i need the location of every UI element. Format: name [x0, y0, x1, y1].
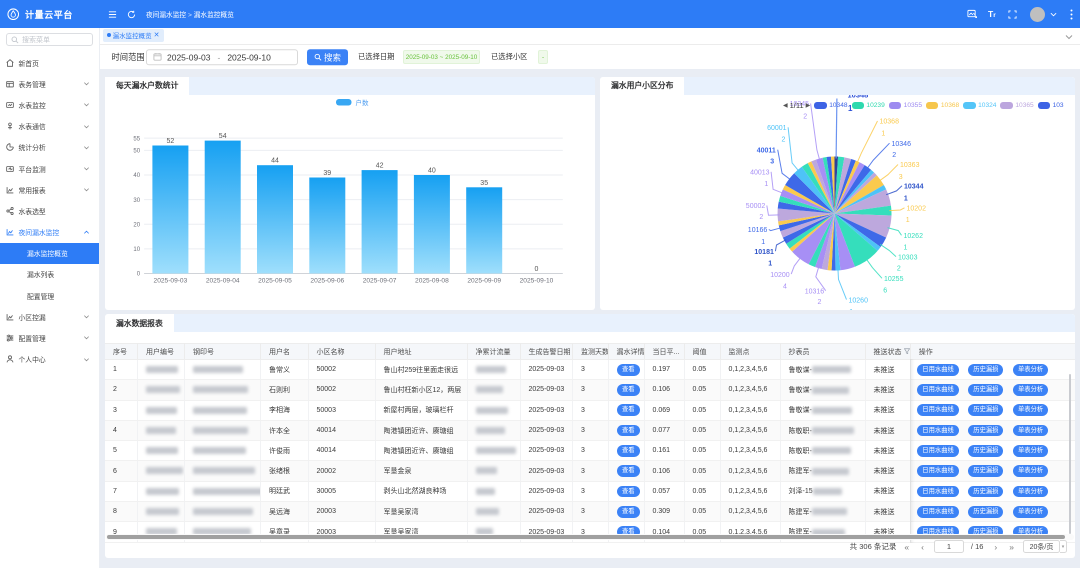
svg-text:2025-09-08: 2025-09-08	[415, 277, 449, 284]
svg-text:54: 54	[219, 133, 227, 140]
svg-text:6: 6	[883, 287, 887, 294]
svg-text:2025-09-06: 2025-09-06	[310, 277, 344, 284]
svg-text:39: 39	[323, 170, 331, 177]
svg-text:2: 2	[892, 152, 896, 159]
svg-text:10363: 10363	[900, 162, 920, 169]
svg-text:1: 1	[768, 260, 772, 267]
svg-text:4: 4	[783, 283, 787, 290]
svg-text:60001: 60001	[767, 125, 787, 132]
svg-text:40: 40	[428, 167, 436, 174]
svg-text:2025-09-07: 2025-09-07	[363, 277, 397, 284]
svg-text:2: 2	[782, 136, 786, 143]
svg-text:10255: 10255	[884, 276, 904, 283]
svg-text:1: 1	[881, 130, 885, 137]
svg-text:10181: 10181	[754, 248, 774, 255]
svg-text:3: 3	[899, 173, 903, 180]
svg-text:3: 3	[770, 158, 774, 165]
svg-text:1: 1	[764, 181, 768, 188]
svg-text:10200: 10200	[770, 271, 790, 278]
svg-text:2025-09-04: 2025-09-04	[206, 277, 240, 284]
svg-text:2025-09-05: 2025-09-05	[258, 277, 292, 284]
svg-text:2: 2	[759, 214, 763, 221]
svg-text:52: 52	[167, 138, 175, 145]
svg-text:20: 20	[133, 222, 140, 228]
svg-text:35: 35	[480, 179, 488, 186]
svg-text:40: 40	[133, 173, 140, 179]
svg-text:0: 0	[137, 271, 141, 277]
svg-text:42: 42	[376, 162, 384, 169]
svg-text:1: 1	[906, 217, 910, 224]
svg-text:44: 44	[271, 157, 279, 164]
svg-text:2025-09-10: 2025-09-10	[520, 277, 554, 284]
svg-text:10262: 10262	[904, 233, 924, 240]
svg-text:40013: 40013	[750, 169, 770, 176]
svg-text:10260: 10260	[849, 297, 869, 304]
svg-text:10303: 10303	[898, 254, 918, 261]
svg-text:50: 50	[133, 148, 140, 154]
svg-text:2025-09-03: 2025-09-03	[154, 277, 188, 284]
svg-text:2: 2	[803, 113, 807, 120]
svg-text:10368: 10368	[880, 118, 900, 125]
svg-text:1: 1	[904, 244, 908, 251]
svg-text:户数: 户数	[356, 98, 370, 107]
svg-text:10166: 10166	[748, 227, 768, 234]
svg-text:10202: 10202	[907, 205, 927, 212]
svg-text:0: 0	[535, 266, 539, 273]
svg-text:30: 30	[133, 197, 140, 203]
svg-text:10316: 10316	[805, 288, 825, 295]
svg-text:1: 1	[904, 195, 908, 202]
svg-text:40011: 40011	[757, 147, 776, 154]
svg-text:10: 10	[133, 247, 140, 253]
svg-text:1: 1	[849, 308, 853, 309]
svg-text:10346: 10346	[892, 140, 912, 147]
svg-text:10344: 10344	[904, 183, 924, 190]
svg-text:2: 2	[897, 265, 901, 272]
svg-text:1: 1	[761, 238, 765, 245]
svg-text:2025-09-09: 2025-09-09	[467, 277, 501, 284]
svg-text:50002: 50002	[746, 203, 766, 210]
svg-text:2: 2	[818, 298, 822, 305]
svg-text:55: 55	[133, 136, 140, 142]
